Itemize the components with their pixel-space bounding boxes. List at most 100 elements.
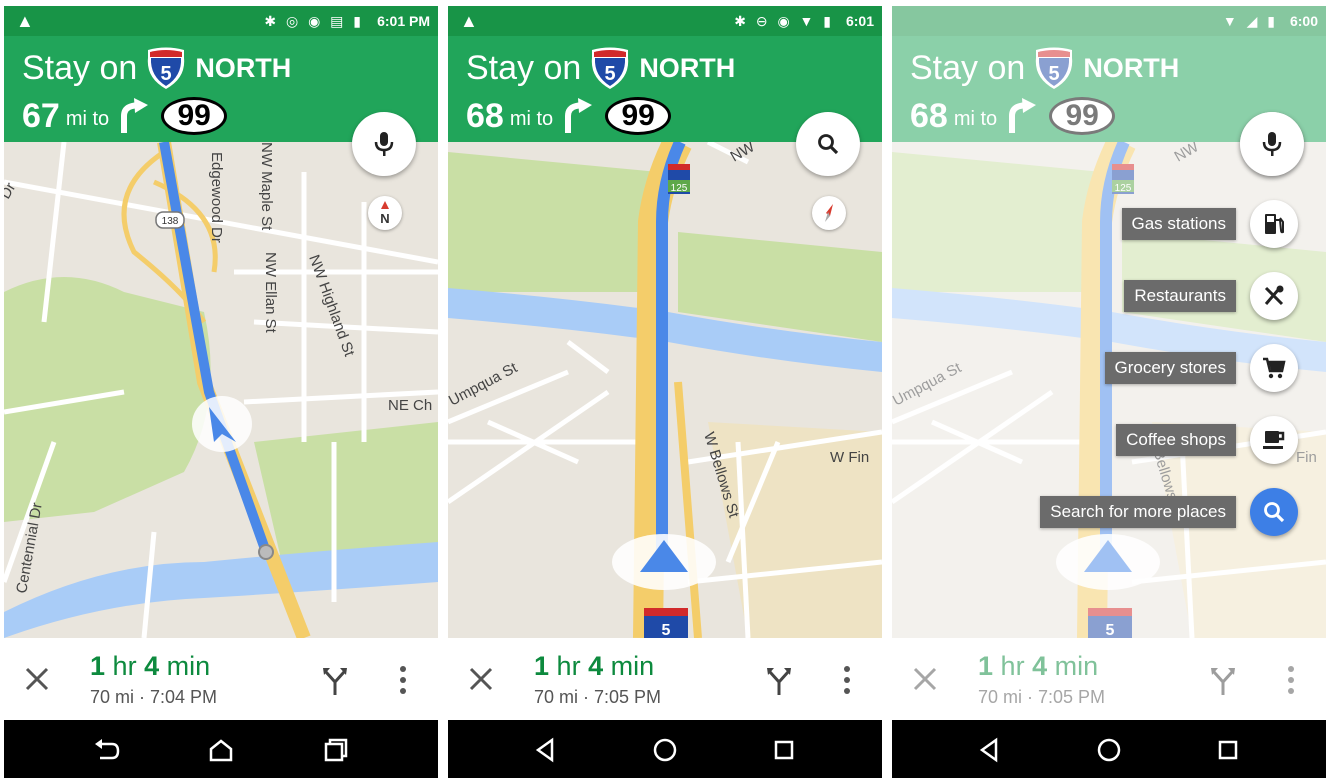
menu-button[interactable] [1250,200,1298,248]
voice-search-button[interactable] [352,112,416,176]
menu-button[interactable] [1250,344,1298,392]
trip-summary-bar: 1 hr 4 min 70 mi · 7:04 PM [4,638,438,720]
more-options-icon[interactable] [396,664,410,696]
microphone-icon [1262,132,1282,156]
eta-minutes: 4 [144,651,160,681]
eta-hours-unit: hr [556,651,581,681]
map-label-road: W Fin [830,449,869,466]
route-oval-sign: 99 [1049,97,1116,135]
highway-number: 5 [1049,63,1060,85]
slight-right-turn-icon [121,98,149,133]
menu-button[interactable] [1250,416,1298,464]
trip-distance: 70 mi [978,687,1023,707]
compass-button[interactable] [812,196,846,230]
menu-button[interactable] [1250,272,1298,320]
trip-summary-bar: 1 hr 4 min 70 mi · 7:05 PM [892,638,1326,720]
instruction-direction: NORTH [195,53,292,83]
recent-apps-icon[interactable] [320,734,352,766]
eta-hours-unit: hr [1000,651,1025,681]
arrival-time: 7:05 PM [594,687,662,707]
voice-search-button-active[interactable] [1240,112,1304,176]
back-icon[interactable] [530,734,562,766]
eta-hours: 1 [534,651,550,681]
menu-item-search-more-places[interactable]: Search for more places [978,488,1298,536]
status-bar: ▲ ✱ ⊖ ◉ ▼ ▮ 6:01 [448,6,882,36]
eta-hours: 1 [90,651,106,681]
menu-item-grocery-stores[interactable]: Grocery stores [978,344,1298,392]
interstate-shield-icon: 5 [148,47,185,89]
phone-screen-3: ▼ ◢ ▮ 6:00 Stay on 5 NORTH 68 mi to 99 1… [892,6,1326,778]
status-icons: ✱ ◎ ◉ ▤ ▮ [264,13,364,29]
search-button[interactable] [796,112,860,176]
distance-unit: mi to [509,108,554,130]
eta-details: 70 mi · 7:04 PM [90,687,218,707]
menu-button[interactable] [1250,488,1298,536]
map-label-exit: 125 [671,183,688,194]
trip-summary-bar: 1 hr 4 min 70 mi · 7:05 PM [448,638,882,720]
more-options-icon [1288,666,1294,694]
phone-screen-1: ▲ ✱ ◎ ◉ ▤ ▮ 6:01 PM Stay on 5 NORTH 67 m… [4,6,438,778]
home-icon[interactable] [1093,734,1125,766]
eta-details: 70 mi · 7:05 PM [534,687,662,707]
home-icon[interactable] [649,734,681,766]
back-icon[interactable] [90,734,122,766]
eta-minutes: 4 [1032,651,1048,681]
eta-duration: 1 hr 4 min [978,650,1105,682]
phone-screen-2: ▲ ✱ ⊖ ◉ ▼ ▮ 6:01 Stay on 5 NORTH 68 mi t… [448,6,882,778]
more-options-icon[interactable] [840,664,854,696]
search-icon [818,134,839,155]
map-label-highway: 5 [662,622,671,638]
close-icon [913,667,937,691]
eta-minutes-unit: min [166,651,211,681]
navigation-status-icon: ▲ [16,11,34,31]
system-navigation-bar [448,720,882,778]
recent-apps-icon[interactable] [768,734,800,766]
status-icons: ✱ ⊖ ◉ ▼ ▮ [734,13,834,29]
search-icon [1264,502,1285,523]
instruction-prefix: Stay on [910,49,1026,87]
eta-minutes-unit: min [610,651,655,681]
recent-apps-icon[interactable] [1212,734,1244,766]
eta-block[interactable]: 1 hr 4 min 70 mi · 7:05 PM [534,650,661,708]
distance-value: 68 [466,97,504,135]
arrival-time: 7:04 PM [150,687,218,707]
coffee-cup-icon [1263,431,1285,449]
interstate-shield-icon: 5 [1036,47,1073,89]
compass-button[interactable]: N [368,196,402,230]
map-label-exit: 125 [1115,183,1132,194]
menu-item-gas-stations[interactable]: Gas stations [978,200,1298,248]
eta-hours-unit: hr [112,651,137,681]
microphone-icon [374,132,394,156]
menu-item-coffee-shops[interactable]: Coffee shops [978,416,1298,464]
back-icon[interactable] [974,734,1006,766]
system-navigation-bar [4,720,438,778]
distance-unit: mi to [953,108,998,130]
map-label-highway: 5 [1106,622,1115,638]
navigation-status-icon: ▲ [460,11,478,31]
close-icon[interactable] [466,664,496,694]
eta-duration: 1 hr 4 min [90,650,217,682]
close-icon[interactable] [22,664,52,694]
eta-block[interactable]: 1 hr 4 min 70 mi · 7:04 PM [90,650,217,708]
alternate-routes-icon[interactable] [766,666,792,696]
instruction-direction: NORTH [1083,53,1180,83]
status-bar: ▼ ◢ ▮ 6:00 [892,6,1326,36]
menu-item-restaurants[interactable]: Restaurants [978,272,1298,320]
home-icon[interactable] [205,734,237,766]
highway-number: 5 [161,63,172,85]
trip-distance: 70 mi [534,687,579,707]
eta-block: 1 hr 4 min 70 mi · 7:05 PM [978,650,1105,708]
status-time: 6:01 PM [377,13,430,29]
eta-minutes-unit: min [1054,651,1099,681]
slight-right-turn-icon [565,98,593,133]
compass-label: N [380,211,389,225]
menu-label: Grocery stores [1104,352,1236,384]
eta-details: 70 mi · 7:05 PM [978,687,1106,707]
instruction-prefix: Stay on [22,49,138,87]
route-oval-sign: 99 [605,97,672,135]
status-bar: ▲ ✱ ◎ ◉ ▤ ▮ 6:01 PM [4,6,438,36]
map-label-road: Fin [1296,449,1317,466]
alternate-routes-icon[interactable] [322,666,348,696]
alternate-routes-icon [1211,668,1235,695]
distance-unit: mi to [65,108,110,130]
